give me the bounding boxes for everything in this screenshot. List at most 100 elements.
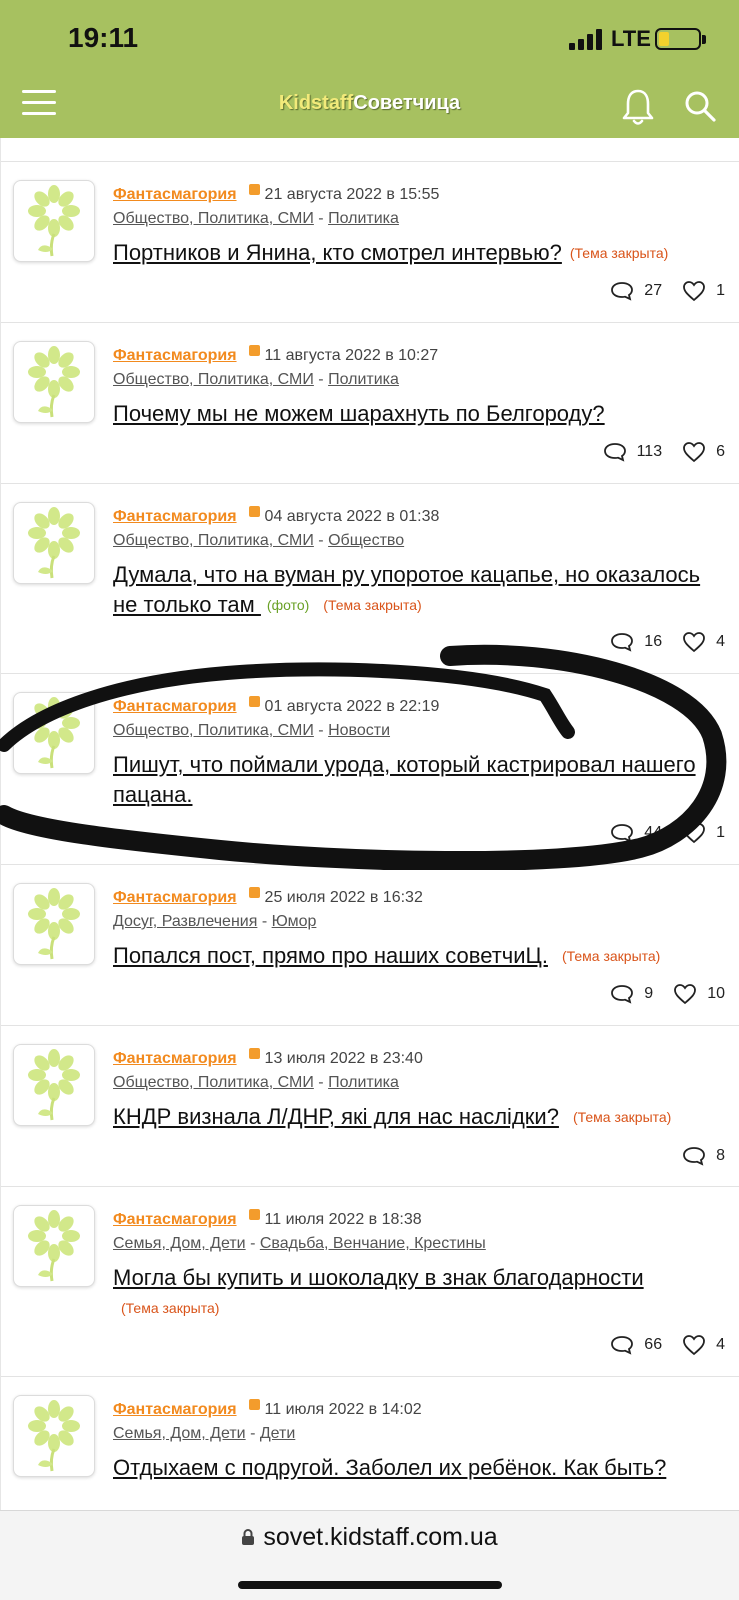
comment-count: 16	[644, 633, 663, 650]
topic-card[interactable]: Фантасмагория 21 августа 2022 в 15:55 Общ…	[1, 162, 739, 323]
flower-avatar-icon[interactable]	[13, 1395, 95, 1477]
category-link[interactable]: Общество, Политика, СМИ	[113, 722, 314, 739]
comment-count: 66	[644, 1336, 663, 1353]
topic-card[interactable]: Фантасмагория 01 августа 2022 в 22:19 Общ…	[1, 674, 739, 865]
comment-icon[interactable]	[610, 984, 634, 1004]
category-link[interactable]: Семья, Дом, Дети	[113, 1425, 246, 1442]
like-count: 4	[716, 1336, 725, 1353]
topic-title-link[interactable]: Отдыхаем с подругой. Заболел их ребёнок.…	[113, 1455, 666, 1480]
heart-icon[interactable]	[682, 441, 706, 463]
topic-stats: 66 4	[610, 1334, 725, 1356]
search-icon[interactable]	[683, 89, 717, 123]
subcategory-link[interactable]: Юмор	[272, 913, 317, 930]
subcategory-link[interactable]: Общество	[328, 532, 404, 549]
flower-avatar-icon[interactable]	[13, 341, 95, 423]
post-date: 13 июля 2022 в 23:40	[264, 1050, 423, 1067]
heart-icon[interactable]	[682, 280, 706, 302]
post-date: 04 августа 2022 в 01:38	[264, 508, 440, 525]
heart-icon[interactable]	[682, 822, 706, 844]
topic-card[interactable]: Фантасмагория 11 августа 2022 в 10:27 Общ…	[1, 323, 739, 484]
topic-title-link[interactable]: Пишут, что поймали урода, который кастри…	[113, 752, 696, 807]
battery-icon	[655, 28, 701, 50]
like-count: 1	[716, 282, 725, 299]
post-date: 11 августа 2022 в 10:27	[264, 347, 439, 364]
author-link[interactable]: Фантасмагория	[113, 698, 237, 715]
author-link[interactable]: Фантасмагория	[113, 1211, 237, 1228]
topic-title-link[interactable]: Могла бы купить и шоколадку в знак благо…	[113, 1265, 644, 1290]
status-dot	[248, 184, 260, 195]
topic-title-link[interactable]: Портников и Янина, кто смотрел интервью?	[113, 240, 562, 265]
topic-card[interactable]: Фантасмагория 13 июля 2022 в 23:40 Общест…	[1, 1026, 739, 1187]
top-bar: 19:11 LTE KidstaffСоветчица	[0, 0, 739, 138]
comment-icon[interactable]	[682, 1146, 706, 1166]
topic-title-link[interactable]: Почему мы не можем шарахнуть по Белгород…	[113, 401, 605, 426]
comment-icon[interactable]	[610, 632, 634, 652]
heart-icon[interactable]	[682, 631, 706, 653]
topic-card[interactable]: Фантасмагория 11 июля 2022 в 14:02 Семья,…	[1, 1377, 739, 1510]
closed-badge: (Тема закрыта)	[121, 1300, 220, 1316]
post-date: 11 июля 2022 в 18:38	[264, 1211, 422, 1228]
closed-badge: (Тема закрыта)	[323, 597, 422, 613]
post-date: 11 июля 2022 в 14:02	[264, 1401, 422, 1418]
category-link[interactable]: Общество, Политика, СМИ	[113, 371, 314, 388]
like-count: 1	[716, 824, 725, 841]
closed-badge: (Тема закрыта)	[569, 245, 669, 261]
post-date: 21 августа 2022 в 15:55	[264, 186, 440, 203]
brand-part-2: Советчица	[353, 92, 461, 114]
flower-avatar-icon[interactable]	[13, 502, 95, 584]
like-count: 6	[716, 443, 725, 460]
topic-card[interactable]: Фантасмагория 25 июля 2022 в 16:32 Досуг,…	[1, 865, 739, 1026]
bell-icon[interactable]	[621, 87, 655, 127]
browser-url-bar[interactable]: sovet.kidstaff.com.ua	[0, 1510, 739, 1600]
status-dot	[248, 1399, 260, 1410]
flower-avatar-icon[interactable]	[13, 692, 95, 774]
status-time: 19:11	[68, 22, 139, 53]
topic-title-link[interactable]: Попался пост, прямо про наших советчиЦ.	[113, 943, 548, 968]
author-link[interactable]: Фантасмагория	[113, 1050, 237, 1067]
topic-card[interactable]: Фантасмагория 04 августа 2022 в 01:38 Общ…	[1, 484, 739, 674]
author-link[interactable]: Фантасмагория	[113, 186, 237, 203]
url-text[interactable]: sovet.kidstaff.com.ua	[263, 1523, 497, 1551]
subcategory-link[interactable]: Политика	[328, 1074, 399, 1091]
topic-title-link[interactable]: КНДР визнала Л/ДНР, які для нас наслідки…	[113, 1104, 559, 1129]
category-link[interactable]: Общество, Политика, СМИ	[113, 1074, 314, 1091]
post-date: 01 августа 2022 в 22:19	[264, 698, 440, 715]
flower-avatar-icon[interactable]	[13, 1205, 95, 1287]
status-dot	[248, 1209, 260, 1220]
topic-stats: 113 6	[603, 441, 725, 463]
heart-icon[interactable]	[682, 1334, 706, 1356]
previous-item-tail	[1, 138, 739, 162]
subcategory-link[interactable]: Свадьба, Венчание, Крестины	[260, 1235, 486, 1252]
category-link[interactable]: Семья, Дом, Дети	[113, 1235, 246, 1252]
home-indicator[interactable]	[238, 1581, 502, 1589]
author-link[interactable]: Фантасмагория	[113, 347, 237, 364]
subcategory-link[interactable]: Дети	[260, 1425, 295, 1442]
author-link[interactable]: Фантасмагория	[113, 508, 237, 525]
brand-part-1: Kidstaff	[278, 92, 354, 114]
status-dot	[248, 696, 260, 707]
subcategory-link[interactable]: Новости	[328, 722, 390, 739]
comment-icon[interactable]	[610, 823, 634, 843]
flower-avatar-icon[interactable]	[13, 1044, 95, 1126]
topic-stats: 8	[682, 1146, 725, 1166]
flower-avatar-icon[interactable]	[13, 180, 95, 262]
flower-avatar-icon[interactable]	[13, 883, 95, 965]
comment-icon[interactable]	[610, 1335, 634, 1355]
heart-icon[interactable]	[673, 983, 697, 1005]
category-link[interactable]: Досуг, Развлечения	[113, 913, 257, 930]
category-link[interactable]: Общество, Политика, СМИ	[113, 210, 314, 227]
author-link[interactable]: Фантасмагория	[113, 889, 237, 906]
comment-count: 44	[644, 824, 663, 841]
category-link[interactable]: Общество, Политика, СМИ	[113, 532, 314, 549]
signal-icon	[569, 28, 603, 50]
author-link[interactable]: Фантасмагория	[113, 1401, 237, 1418]
topic-card[interactable]: Фантасмагория 11 июля 2022 в 18:38 Семья,…	[1, 1187, 739, 1377]
comment-count: 113	[636, 443, 663, 460]
subcategory-link[interactable]: Политика	[328, 210, 399, 227]
comment-icon[interactable]	[610, 281, 634, 301]
comment-icon[interactable]	[603, 442, 627, 462]
status-dot	[248, 506, 260, 517]
comment-count: 8	[716, 1147, 725, 1164]
subcategory-link[interactable]: Политика	[328, 371, 399, 388]
topics-feed[interactable]: Фантасмагория 21 августа 2022 в 15:55 Общ…	[0, 138, 739, 1510]
